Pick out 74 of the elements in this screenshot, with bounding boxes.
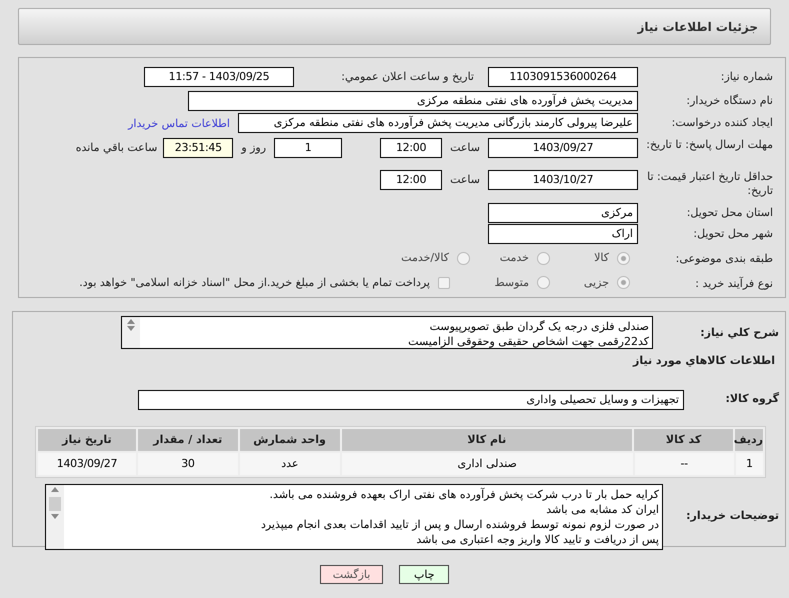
- column-header: ردیف: [735, 428, 763, 450]
- buyer-contact-link[interactable]: اطلاعات تماس خریدار: [128, 113, 230, 132]
- option-label: کالا: [594, 250, 609, 266]
- input-field[interactable]: مدیریت پخش فرآورده های نفتی منطقه مرکزی: [188, 91, 638, 112]
- table-cell: صندلی اداری: [342, 452, 633, 474]
- scroll-up-icon[interactable]: [127, 319, 135, 324]
- checkbox[interactable]: [438, 276, 450, 289]
- option-label: کالا/خدمت: [401, 250, 449, 266]
- text-area[interactable]: صندلی فلزی درجه یک گردان طبق تصویرپیوست کد22رقمی جهت اشخاص حقیقی وحقوقی الزامیست: [121, 316, 653, 349]
- scrollbar[interactable]: [122, 317, 140, 348]
- radio-button[interactable]: [617, 276, 630, 290]
- field-label: ساعت باقي مانده: [76, 140, 158, 156]
- field-label: مهلت ارسال پاسخ: تا تاریخ:: [645, 138, 773, 152]
- radio-button[interactable]: [537, 276, 550, 290]
- field-label: تاريخ و ساعت اعلان عمومي:: [340, 69, 474, 84]
- column-header: نام کالا: [342, 428, 632, 450]
- field-label: روز و: [241, 140, 266, 156]
- column-header: کد کالا: [634, 428, 733, 450]
- input-field[interactable]: 12:00: [380, 138, 442, 158]
- option-label: جزیی: [584, 274, 609, 291]
- table-cell: --: [634, 452, 734, 474]
- input-field[interactable]: علیرضا پیرولی کارمند بازرگانی مدیریت پخش فرآورده های نفتی منطقه مرکزی: [238, 113, 638, 133]
- field-label: ساعت: [449, 140, 481, 156]
- field-label: گروه کالا:: [724, 391, 779, 408]
- text-line: ایران کد مشابه می باشد: [545, 502, 659, 516]
- input-field[interactable]: 1403/09/27: [488, 138, 638, 158]
- field-label: ایجاد کننده درخواست:: [670, 115, 773, 130]
- field-label: طبقه بندی موضوعی:: [674, 251, 773, 266]
- scroll-thumb[interactable]: [49, 496, 61, 510]
- input-field[interactable]: 1103091536000264: [488, 67, 638, 87]
- text-line: کد22رقمی جهت اشخاص حقیقی وحقوقی الزامیست: [407, 334, 649, 349]
- option-label: خدمت: [500, 250, 529, 266]
- input-field[interactable]: اراک: [488, 224, 638, 244]
- field-label: ساعت: [449, 172, 481, 187]
- input-field[interactable]: 12:00: [380, 170, 442, 190]
- scroll-up-icon[interactable]: [51, 486, 59, 492]
- input-field[interactable]: 1403/10/27: [488, 170, 638, 190]
- field-label: شهر محل تحویل:: [692, 226, 773, 241]
- text-line: کرایه حمل بار تا درب شرکت پخش فرآورده های نفتی اراک بعهده فروشنده می باشد.: [268, 486, 659, 502]
- text-line: پس از دریافت و تایید کالا واریز وجه اعتباری می باشد: [415, 532, 659, 546]
- field-label: حداقل تاریخ اعتبار قیمت: تا تاریخ:: [646, 170, 773, 198]
- table-cell: 1: [736, 452, 763, 474]
- radio-button[interactable]: [617, 252, 630, 265]
- field-label: نوع فرآیند خرید :: [694, 276, 773, 291]
- field-label: شماره نیاز:: [720, 69, 773, 84]
- table-cell: 1403/09/27: [38, 452, 136, 474]
- scroll-down-icon[interactable]: [51, 514, 59, 518]
- field-label: نام دستگاه خریدار:: [685, 93, 773, 108]
- input-field[interactable]: 1403/09/25 - 11:57: [144, 67, 294, 87]
- column-header: واحد شمارش: [240, 428, 340, 450]
- radio-button[interactable]: [537, 252, 550, 265]
- column-header: تعداد / مقدار: [138, 428, 238, 450]
- input-field[interactable]: تجهیزات و وسایل تحصیلی واداری: [138, 390, 684, 410]
- field-label: شرح کلي نياز:: [699, 325, 779, 342]
- column-header: تاریخ نیاز: [38, 428, 136, 450]
- scroll-down-icon[interactable]: [127, 326, 135, 331]
- section-title: اطلاعات کالاهاي مورد نياز: [633, 353, 775, 369]
- table-cell: 30: [138, 452, 238, 474]
- page-title: جزئیات اطلاعات نیاز: [637, 18, 758, 36]
- option-label: متوسط: [494, 274, 529, 291]
- text-area[interactable]: [45, 484, 663, 550]
- field-label: استان محل تحویل:: [686, 205, 773, 220]
- back-button[interactable]: بازگشت: [320, 565, 384, 584]
- radio-button[interactable]: [457, 252, 470, 265]
- input-field[interactable]: مرکزی: [488, 203, 638, 224]
- checkbox-label: پرداخت تمام یا بخشی از مبلغ خرید.از محل "اسناد خزانه اسلامی" خواهد بود.: [79, 274, 430, 291]
- field-label: توضیحات خریدار:: [685, 508, 779, 524]
- scrollbar[interactable]: [46, 484, 64, 548]
- text-line: صندلی فلزی درجه یک گردان طبق تصویرپیوست: [428, 319, 649, 334]
- print-button[interactable]: چاپ: [399, 565, 450, 584]
- input-field[interactable]: 23:51:45: [163, 138, 234, 158]
- text-line: در صورت لزوم نمونه توسط فروشنده ارسال و پس از تایید اقدامات بعدی انجام میپذیرد: [260, 516, 659, 532]
- table-cell: عدد: [240, 452, 340, 474]
- input-field[interactable]: 1: [274, 138, 342, 158]
